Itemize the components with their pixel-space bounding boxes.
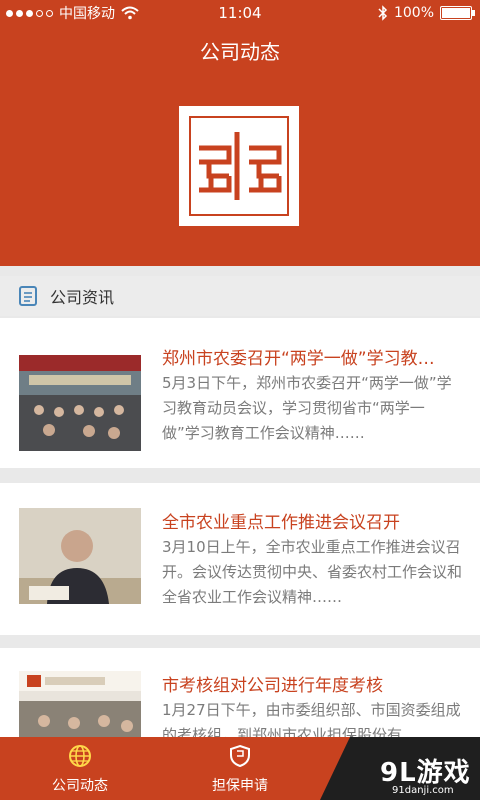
news-icon — [19, 286, 37, 306]
news-item-1[interactable]: 郑州市农委召开“两学一做”学习教… 5月3日下午，郑州市农委召开“两学一做”学习… — [0, 318, 480, 468]
news-title: 郑州市农委召开“两学一做”学习教… — [162, 349, 435, 369]
globe-icon — [69, 745, 91, 767]
status-right: 100% — [378, 0, 475, 26]
battery-label: 100% — [393, 5, 434, 21]
battery-icon — [440, 6, 475, 20]
watermark-brand: 9L游戏 — [380, 758, 471, 788]
tab-guarantee-apply[interactable]: 担保申请 — [160, 737, 320, 800]
tab-label: 担保申请 — [212, 778, 268, 794]
news-title: 市考核组对公司进行年度考核 — [162, 676, 383, 696]
news-item-2[interactable]: 全市农业重点工作推进会议召开 3月10日上午，全市农业重点工作推进会议召开。会议… — [0, 483, 480, 635]
news-thumbnail — [19, 355, 141, 451]
tab-company-news[interactable]: 公司动态 — [0, 737, 160, 800]
news-thumbnail — [19, 508, 141, 604]
shield-icon — [230, 744, 250, 768]
news-summary: 5月3日下午，郑州市农委召开“两学一做”学习教育动员会议，学习贯彻省市“两学一做… — [162, 374, 452, 442]
section-header: 公司资讯 — [0, 276, 480, 316]
section-title: 公司资讯 — [50, 288, 115, 307]
bluetooth-icon — [378, 5, 388, 21]
page-title: 公司动态 — [200, 40, 280, 64]
status-bar: 中国移动 11:04 100% — [0, 0, 480, 26]
watermark-url: 91danji.com — [392, 785, 454, 796]
header: 公司动态 — [0, 26, 480, 266]
news-summary: 3月10日上午，全市农业重点工作推进会议召开。会议传达贯彻中央、省委农村工作会议… — [162, 538, 463, 606]
company-logo — [179, 106, 299, 226]
news-item-3[interactable]: 市考核组对公司进行年度考核 1月27日下午，由市委组织部、市国资委组成的考核组，… — [0, 648, 480, 767]
news-title: 全市农业重点工作推进会议召开 — [162, 513, 400, 533]
tab-label: 公司动态 — [52, 778, 108, 794]
